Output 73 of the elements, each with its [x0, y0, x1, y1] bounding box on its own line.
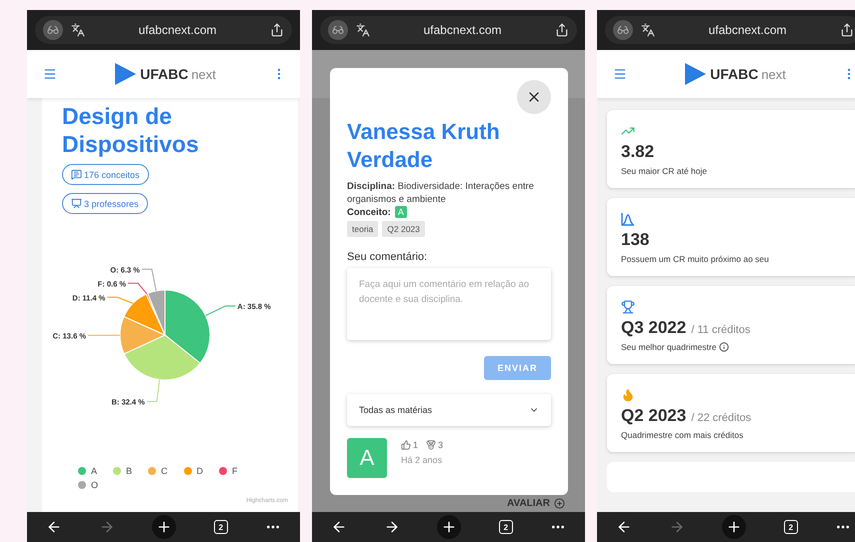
concept-label: Conceito:: [347, 206, 391, 218]
comment-time: Há 2 anos: [401, 455, 444, 465]
menu-icon[interactable]: [43, 67, 57, 81]
stat-value: 3.82: [621, 142, 654, 162]
legend-item[interactable]: A: [78, 466, 98, 476]
close-button[interactable]: [517, 80, 551, 114]
logo-play-icon: [683, 62, 708, 86]
info-chip[interactable]: 176 conceitos: [62, 164, 149, 185]
share-icon[interactable]: [270, 23, 284, 37]
comment-field[interactable]: Faça aqui um comentário em relação ao docente e sua disciplina.: [347, 268, 551, 340]
share-icon[interactable]: [840, 23, 854, 37]
back-icon[interactable]: [46, 519, 62, 535]
tag: teoria: [347, 221, 378, 237]
translate-icon[interactable]: [71, 23, 85, 37]
logo-subtext: next: [191, 66, 216, 82]
stat-value: Q2 2023: [621, 406, 686, 426]
info-chip[interactable]: 3 professores: [62, 193, 148, 214]
new-tab-button[interactable]: [722, 515, 746, 539]
back-icon[interactable]: [330, 519, 347, 535]
stat-caption: Seu maior CR até hoje: [621, 166, 707, 176]
incognito-icon[interactable]: [613, 20, 633, 40]
stat-suffix: / 22 créditos: [691, 412, 752, 424]
flame-icon: [621, 388, 635, 402]
info-icon[interactable]: [719, 342, 730, 352]
stat-value: Q3 2022: [621, 318, 686, 338]
discipline-text: Disciplina: Biodiversidade: Interações entre organismos e ambiente: [347, 180, 535, 206]
subject-select[interactable]: Todas as matérias: [347, 394, 551, 426]
menu-icon[interactable]: [613, 67, 627, 81]
thumbs-up-icon: [401, 440, 411, 450]
stat-caption: Quadrimestre com mais créditos: [621, 430, 744, 440]
teacher-icon: [71, 198, 82, 209]
stat-value: 138: [621, 230, 650, 250]
new-tab-button[interactable]: [437, 515, 462, 539]
translate-icon[interactable]: [641, 23, 655, 37]
share-icon[interactable]: [555, 23, 569, 37]
logo-play-icon: [113, 62, 138, 86]
comment-label: Seu comentário:: [347, 251, 428, 263]
stat-caption: Possuem um CR muito próximo ao seu: [621, 254, 769, 264]
legend-item[interactable]: C: [148, 466, 168, 476]
rate-link[interactable]: AVALIAR: [507, 498, 565, 509]
avatar: A: [347, 438, 387, 478]
incognito-icon[interactable]: [328, 20, 348, 40]
back-icon[interactable]: [616, 519, 632, 535]
tabs-button[interactable]: 2: [498, 520, 513, 534]
bell-curve-icon: [621, 212, 635, 226]
logo-subtext: next: [761, 66, 786, 82]
subject-title: Design de Dispositivos: [62, 102, 200, 158]
legend-item[interactable]: F: [219, 466, 238, 476]
teacher-name: Vanessa Kruth Verdade: [347, 118, 501, 174]
legend-item[interactable]: D: [184, 466, 204, 476]
leader-line: [146, 379, 160, 402]
new-tab-button[interactable]: [152, 515, 176, 539]
leader-line: [88, 334, 120, 336]
leader-line: [205, 306, 236, 316]
tabs-button[interactable]: 2: [784, 520, 798, 534]
like-count[interactable]: 1: [401, 440, 418, 450]
legend-item[interactable]: O: [78, 480, 98, 490]
comment-icon: [71, 169, 82, 180]
concept-badge: A: [394, 206, 407, 218]
recommend-count[interactable]: 3: [426, 440, 444, 450]
translate-icon[interactable]: [356, 23, 370, 37]
leader-line: [106, 296, 134, 304]
tabs-button[interactable]: 2: [214, 520, 228, 534]
legend-item[interactable]: B: [113, 466, 132, 476]
logo-text: UFABC: [140, 66, 188, 82]
medal-icon: [426, 440, 436, 450]
incognito-icon[interactable]: [43, 20, 63, 40]
stat-caption: Seu melhor quadrimestre: [621, 342, 716, 352]
tag: Q2 2023: [382, 221, 425, 237]
stat-suffix: / 11 créditos: [691, 324, 750, 336]
trophy-icon: [621, 300, 635, 314]
logo-text: UFABC: [710, 66, 758, 82]
add-circle-icon: [554, 498, 565, 509]
